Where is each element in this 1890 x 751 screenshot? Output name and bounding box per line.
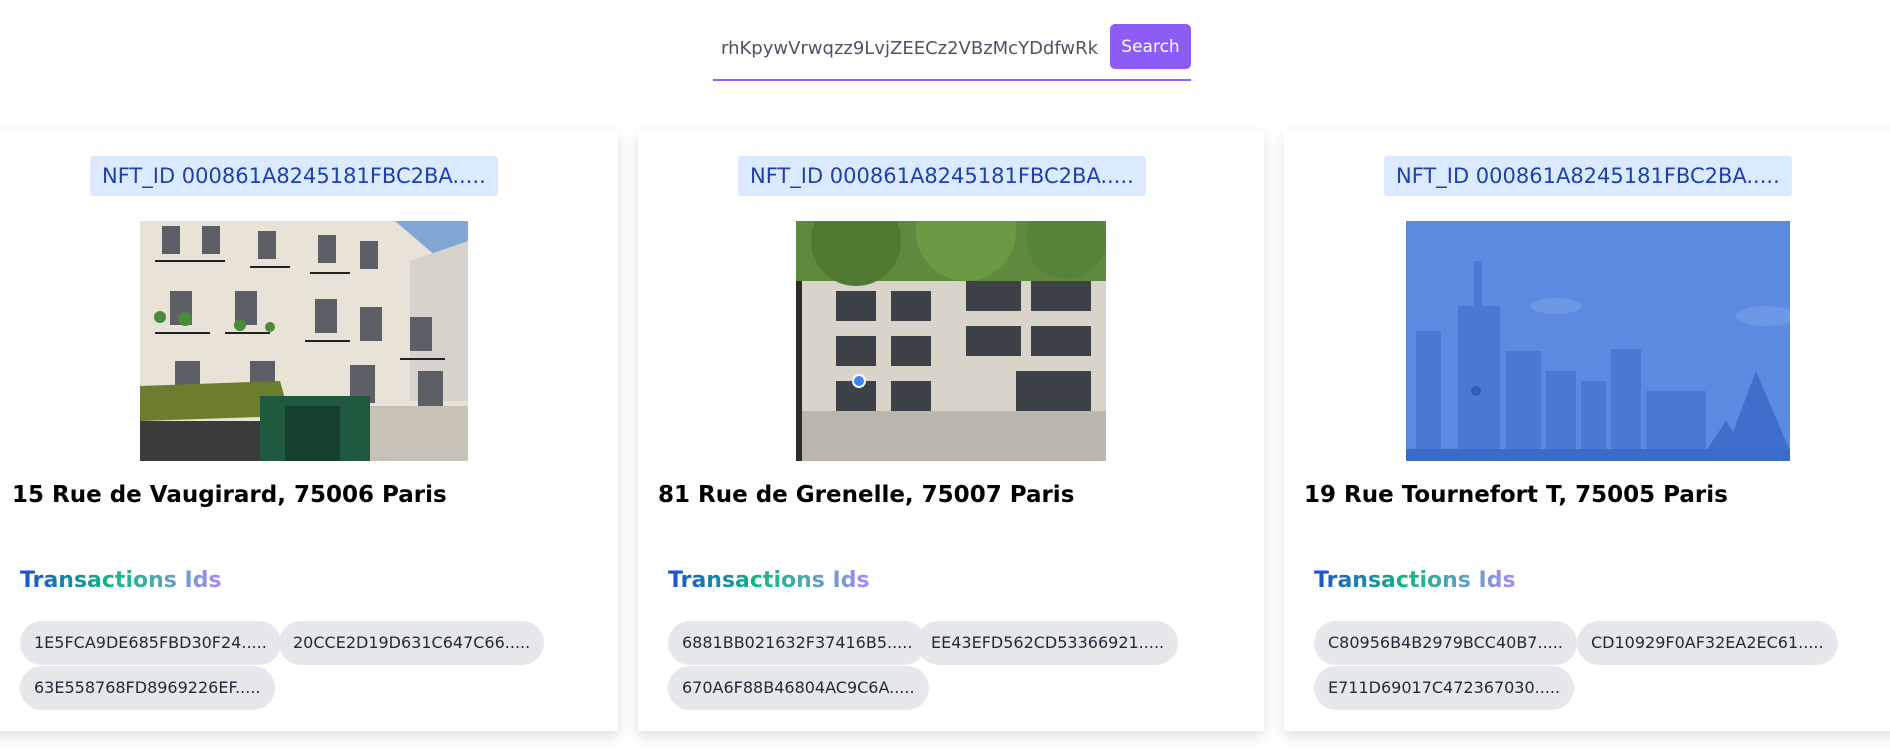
nft-id-badge[interactable]: NFT_ID 000861A8245181FBC2BA..... <box>90 156 498 196</box>
property-address: 19 Rue Tournefort T, 75005 Paris <box>1304 482 1728 508</box>
city-placeholder-image <box>1406 221 1790 461</box>
transaction-chip[interactable]: CD10929F0AF32EA2EC61..... <box>1577 621 1838 665</box>
transaction-chip[interactable]: C80956B4B2979BCC40B7..... <box>1314 621 1577 665</box>
nft-id-badge[interactable]: NFT_ID 000861A8245181FBC2BA..... <box>1384 156 1792 196</box>
property-address: 81 Rue de Grenelle, 75007 Paris <box>658 482 1075 508</box>
transaction-chip[interactable]: EE43EFD562CD53366921..... <box>917 621 1179 665</box>
nft-card: NFT_ID 000861A8245181FBC2BA..... 81 Rue … <box>638 131 1264 731</box>
transaction-chip[interactable]: 1E5FCA9DE685FBD30F24..... <box>20 621 281 665</box>
search-button[interactable]: Search <box>1110 24 1191 69</box>
transaction-chip[interactable]: 63E558768FD8969226EF..... <box>20 666 275 710</box>
transaction-chip[interactable]: 20CCE2D19D631C647C66..... <box>279 621 545 665</box>
nft-id-badge[interactable]: NFT_ID 000861A8245181FBC2BA..... <box>738 156 1146 196</box>
nft-card: NFT_ID 000861A8245181FBC2BA..... <box>1284 131 1890 731</box>
transaction-chip[interactable]: E711D69017C472367030..... <box>1314 666 1575 710</box>
transactions-heading: Transactions Ids <box>20 568 222 593</box>
transaction-chip[interactable]: 670A6F88B46804AC9C6A..... <box>668 666 929 710</box>
search-bar: Search <box>713 24 1191 81</box>
property-photo <box>140 221 468 461</box>
property-photo <box>796 221 1106 461</box>
transaction-chip[interactable]: 6881BB021632F37416B5..... <box>668 621 927 665</box>
transactions-heading: Transactions Ids <box>668 568 870 593</box>
transactions-heading: Transactions Ids <box>1314 568 1516 593</box>
search-input[interactable] <box>713 24 1103 72</box>
property-address: 15 Rue de Vaugirard, 75006 Paris <box>12 482 447 508</box>
nft-card: NFT_ID 000861A8245181FBC2BA..... <box>0 131 618 731</box>
